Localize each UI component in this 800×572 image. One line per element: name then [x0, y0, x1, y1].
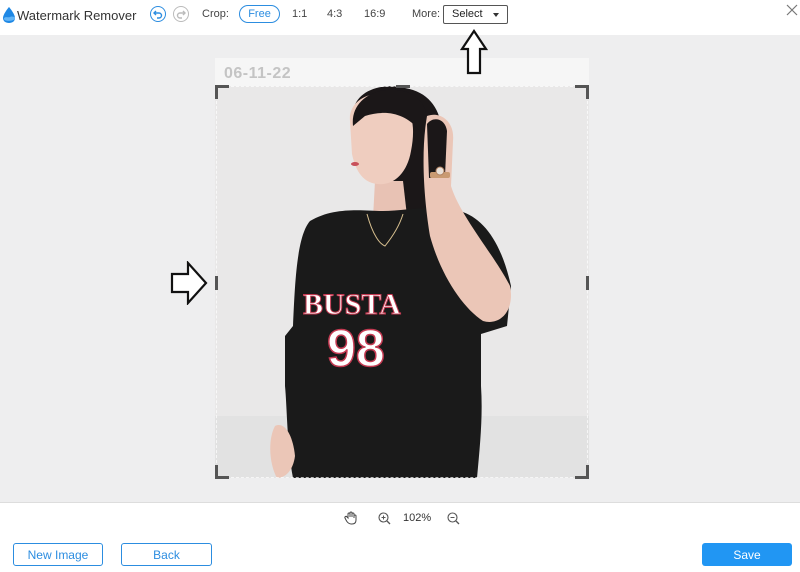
image-canvas[interactable]: 06-11-22 BUSTA 98: [0, 29, 800, 502]
crop-handle-top-right[interactable]: [575, 85, 589, 99]
redo-button[interactable]: [173, 6, 189, 22]
more-select-value: Select: [452, 8, 483, 20]
crop-handle-bottom-right[interactable]: [575, 465, 589, 479]
app-logo-icon: [3, 7, 15, 23]
arrow-right-icon: [170, 261, 208, 305]
watermark-area: 06-11-22: [215, 58, 589, 86]
crop-option-1-1[interactable]: 1:1: [292, 8, 307, 20]
zoom-in-icon[interactable]: [378, 512, 391, 525]
close-icon[interactable]: [785, 3, 799, 17]
more-label: More:: [412, 8, 441, 20]
crop-handle-left[interactable]: [215, 276, 218, 290]
zoom-level: 102%: [403, 512, 432, 524]
more-select-dropdown[interactable]: Select: [443, 5, 508, 24]
crop-option-4-3[interactable]: 4:3: [327, 8, 342, 20]
undo-button[interactable]: [150, 6, 166, 22]
crop-option-free[interactable]: Free: [239, 5, 280, 23]
crop-handle-top[interactable]: [396, 85, 410, 88]
crop-handle-right[interactable]: [586, 276, 589, 290]
arrow-up-icon: [460, 29, 488, 75]
top-toolbar: Watermark Remover Crop: Free 1:1 4:3 16:…: [0, 0, 800, 30]
bottom-bar: New Image Back Save: [0, 532, 800, 572]
back-button[interactable]: Back: [121, 543, 212, 566]
crop-handle-top-left[interactable]: [215, 85, 229, 99]
redo-icon: [176, 10, 186, 19]
undo-icon: [153, 10, 163, 19]
crop-option-16-9[interactable]: 16:9: [364, 8, 385, 20]
watermark-text: 06-11-22: [224, 65, 292, 82]
crop-handle-bottom-left[interactable]: [215, 465, 229, 479]
chevron-down-icon: [493, 13, 499, 17]
hand-icon[interactable]: [344, 511, 358, 525]
crop-label: Crop:: [202, 8, 229, 20]
save-button[interactable]: Save: [702, 543, 792, 566]
app-title: Watermark Remover: [17, 8, 137, 23]
crop-frame[interactable]: [215, 85, 589, 479]
zoom-bar: 102%: [0, 502, 800, 532]
new-image-button[interactable]: New Image: [13, 543, 103, 566]
zoom-out-icon[interactable]: [447, 512, 460, 525]
